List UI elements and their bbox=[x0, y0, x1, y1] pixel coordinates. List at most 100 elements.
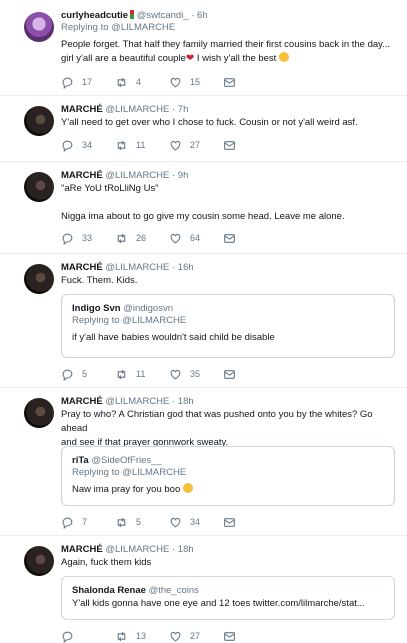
tweet-header: curlyheadcutie @swtcandi_ · 6h bbox=[61, 10, 395, 22]
message-button[interactable] bbox=[223, 231, 244, 245]
quoted-author-handle: @indigosvn bbox=[123, 303, 173, 314]
like-icon bbox=[170, 517, 181, 527]
quoted-author-name: Indigo Svn bbox=[72, 303, 121, 314]
author-handle[interactable]: @LILMARCHE · 16h bbox=[105, 262, 193, 273]
tweet-header: MARCHÉ @LILMARCHE · 18h bbox=[61, 396, 395, 408]
author-name[interactable]: curlyheadcutie bbox=[61, 10, 128, 21]
reply-target-link[interactable]: @LILMARCHE bbox=[111, 22, 175, 33]
retweet-icon bbox=[117, 369, 126, 379]
quoted-tweet[interactable]: Shalonda Renae @the_coins Y'all kids gon… bbox=[61, 576, 395, 620]
author-handle[interactable]: @LILMARCHE · 18h bbox=[105, 544, 193, 555]
retweet-icon bbox=[117, 77, 126, 87]
reply-icon bbox=[62, 77, 73, 89]
author-handle[interactable]: @LILMARCHE · 7h bbox=[105, 104, 188, 115]
avatar[interactable] bbox=[24, 546, 54, 576]
tweet-text-line: "aRe YoU tRoLliNg Us" bbox=[61, 183, 159, 194]
message-button[interactable] bbox=[223, 75, 244, 89]
author-handle[interactable]: @LILMARCHE · 18h bbox=[105, 396, 193, 407]
tweet[interactable]: MARCHÉ @LILMARCHE · 16h Fuck. Them. Kids… bbox=[0, 254, 407, 388]
like-icon bbox=[170, 77, 181, 87]
tweet-header: MARCHÉ @LILMARCHE · 9h bbox=[61, 170, 395, 182]
quoted-tweet[interactable]: riTa @SideOfFries__ Replying to @LILMARC… bbox=[61, 446, 395, 506]
message-icon bbox=[224, 77, 235, 87]
retweet-icon bbox=[117, 140, 126, 150]
tweet-actions: 5 11 35 bbox=[61, 367, 261, 381]
reply-button[interactable] bbox=[61, 629, 82, 643]
tweet-text-line: Pray to who? A Christian god that was pu… bbox=[61, 409, 373, 434]
like-button[interactable]: 15 bbox=[169, 75, 200, 89]
quoted-author-name: riTa bbox=[72, 455, 89, 466]
tweet-actions: 34 11 27 bbox=[61, 138, 261, 152]
reply-button[interactable]: 17 bbox=[61, 75, 92, 89]
flag-emoji-icon bbox=[130, 10, 135, 19]
tweet[interactable]: MARCHÉ @LILMARCHE · 7h Y'all need to get… bbox=[0, 96, 407, 162]
message-button[interactable] bbox=[223, 367, 244, 381]
kiss-face-emoji-icon bbox=[182, 483, 193, 493]
retweet-button[interactable]: 5 bbox=[115, 515, 141, 529]
reply-button[interactable]: 7 bbox=[61, 515, 87, 529]
tweet-text: Y'all need to get over who I chose to fu… bbox=[61, 117, 358, 128]
reply-icon bbox=[62, 140, 73, 152]
reply-button[interactable]: 34 bbox=[61, 138, 92, 152]
quoted-author-handle: @the_coins bbox=[148, 585, 199, 596]
quoted-author-name: Shalonda Renae bbox=[72, 585, 146, 596]
message-icon bbox=[224, 233, 235, 243]
author-name[interactable]: MARCHÉ bbox=[61, 104, 103, 115]
like-icon bbox=[170, 369, 181, 379]
like-button[interactable]: 34 bbox=[169, 515, 200, 529]
retweet-button[interactable]: 26 bbox=[115, 231, 146, 245]
tweet[interactable]: curlyheadcutie @swtcandi_ · 6h Replying … bbox=[0, 0, 407, 96]
reply-icon bbox=[62, 233, 73, 245]
like-icon bbox=[170, 233, 181, 243]
author-name[interactable]: MARCHÉ bbox=[61, 544, 103, 555]
tweet-text: Fuck. Them. Kids. bbox=[61, 275, 138, 286]
author-name[interactable]: MARCHÉ bbox=[61, 396, 103, 407]
avatar[interactable] bbox=[24, 264, 54, 294]
avatar[interactable] bbox=[24, 398, 54, 428]
avatar[interactable] bbox=[24, 106, 54, 136]
author-name[interactable]: MARCHÉ bbox=[61, 262, 103, 273]
author-handle[interactable]: @LILMARCHE · 9h bbox=[105, 170, 188, 181]
message-icon bbox=[224, 517, 235, 527]
red-heart-emoji-icon: ❤ bbox=[185, 53, 195, 64]
retweet-button[interactable]: 11 bbox=[115, 367, 145, 381]
tweet[interactable]: MARCHÉ @LILMARCHE · 9h "aRe YoU tRoLliNg… bbox=[0, 162, 407, 254]
replying-to: Replying to @LILMARCHE bbox=[61, 22, 176, 33]
reply-button[interactable]: 33 bbox=[61, 231, 92, 245]
like-button[interactable]: 35 bbox=[169, 367, 200, 381]
quoted-text: if y'all have babies wouldn't said child… bbox=[72, 332, 275, 343]
tweet-header: MARCHÉ @LILMARCHE · 7h bbox=[61, 104, 395, 116]
like-button[interactable]: 27 bbox=[169, 138, 200, 152]
tweet-feed: curlyheadcutie @swtcandi_ · 6h Replying … bbox=[0, 0, 407, 643]
avatar[interactable] bbox=[24, 12, 54, 42]
avatar[interactable] bbox=[24, 172, 54, 202]
retweet-icon bbox=[117, 233, 126, 243]
message-icon bbox=[224, 369, 235, 379]
author-handle[interactable]: @swtcandi_ bbox=[137, 10, 189, 21]
tweet-actions: 17 4 15 bbox=[61, 75, 261, 89]
tweet[interactable]: MARCHÉ @LILMARCHE · 18h Again, fuck them… bbox=[0, 536, 407, 643]
tweet-text-line: Nigga ima about to go give my cousin som… bbox=[61, 211, 345, 222]
reply-button[interactable]: 5 bbox=[61, 367, 87, 381]
retweet-button[interactable]: 11 bbox=[115, 138, 145, 152]
quoted-tweet[interactable]: Indigo Svn @indigosvn Replying to @LILMA… bbox=[61, 294, 395, 358]
quoted-author-handle: @SideOfFries__ bbox=[91, 455, 162, 466]
tweet-time[interactable]: · 6h bbox=[191, 10, 207, 21]
tweet-text: Again, fuck them kids bbox=[61, 557, 152, 568]
message-button[interactable] bbox=[223, 138, 244, 152]
tweet[interactable]: MARCHÉ @LILMARCHE · 18h Pray to who? A C… bbox=[0, 388, 407, 536]
retweet-icon bbox=[117, 631, 126, 641]
message-button[interactable] bbox=[223, 629, 244, 643]
like-button[interactable]: 64 bbox=[169, 231, 200, 245]
message-button[interactable] bbox=[223, 515, 244, 529]
message-icon bbox=[224, 631, 235, 641]
tweet-actions: 7 5 34 bbox=[61, 515, 261, 529]
like-button[interactable]: 27 bbox=[169, 629, 200, 643]
author-name[interactable]: MARCHÉ bbox=[61, 170, 103, 181]
tweet-actions: 33 26 64 bbox=[61, 231, 261, 245]
tweet-header: MARCHÉ @LILMARCHE · 18h bbox=[61, 544, 395, 556]
retweet-button[interactable]: 13 bbox=[115, 629, 146, 643]
retweet-button[interactable]: 4 bbox=[115, 75, 141, 89]
tweet-text: People forget. That half they family mar… bbox=[61, 39, 391, 64]
reply-icon bbox=[62, 631, 73, 643]
